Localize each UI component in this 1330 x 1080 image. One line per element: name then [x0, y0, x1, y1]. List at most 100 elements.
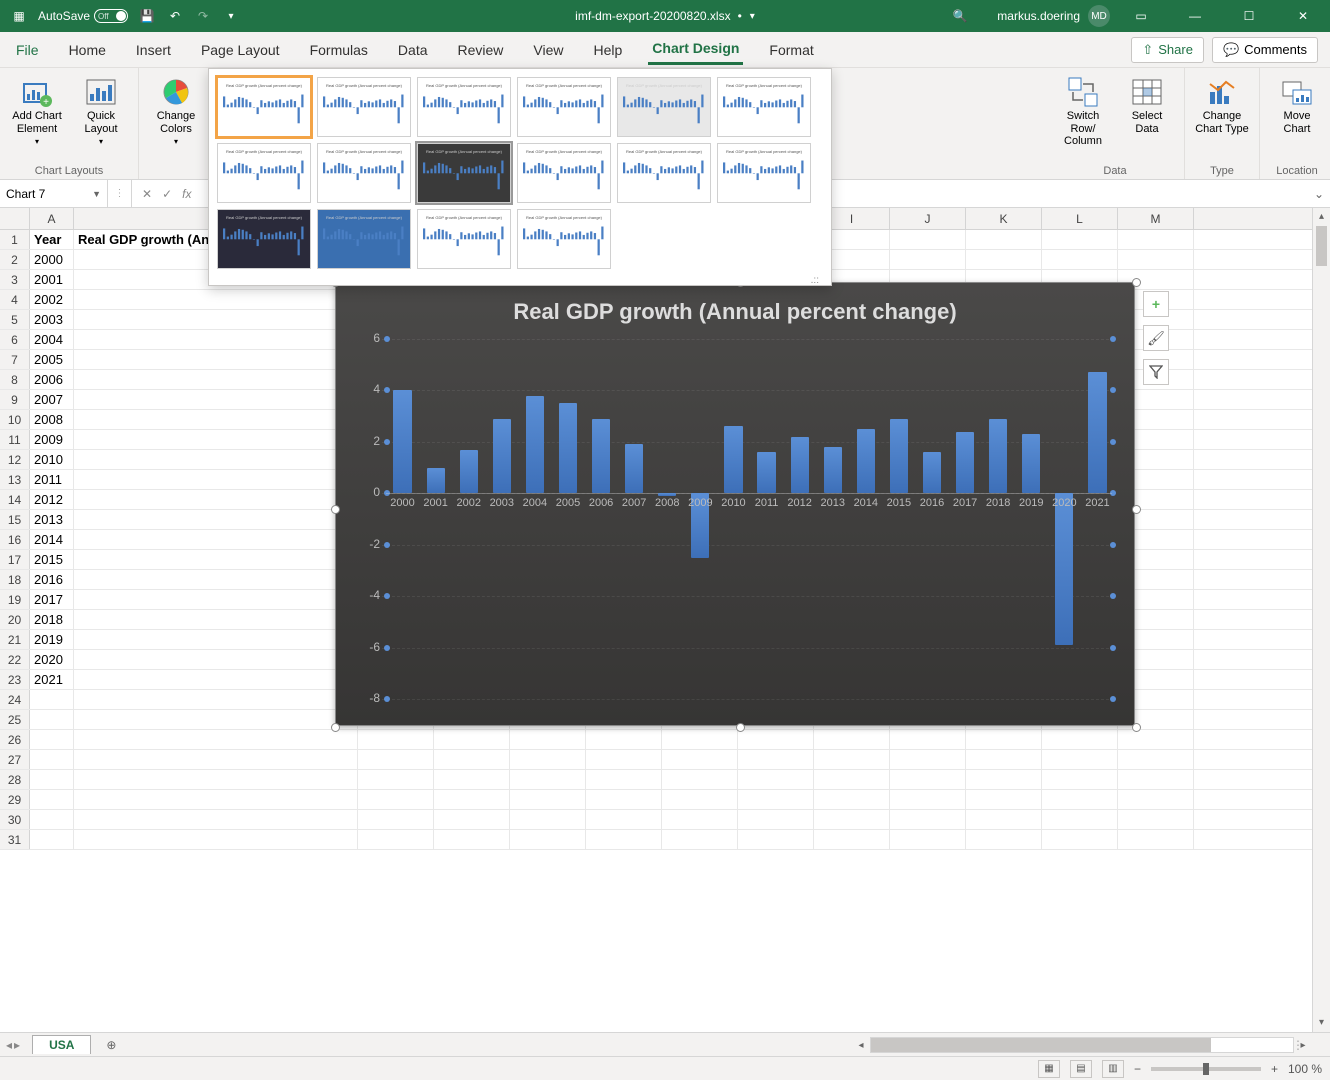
- cell[interactable]: [30, 790, 74, 809]
- row-header[interactable]: 12: [0, 450, 30, 469]
- cell[interactable]: [890, 250, 966, 269]
- cell[interactable]: [30, 690, 74, 709]
- row-header[interactable]: 17: [0, 550, 30, 569]
- row-header[interactable]: 3: [0, 270, 30, 289]
- column-header[interactable]: J: [890, 208, 966, 229]
- cell[interactable]: [738, 810, 814, 829]
- cell[interactable]: [890, 750, 966, 769]
- cell[interactable]: 2000: [30, 250, 74, 269]
- cell[interactable]: 2015: [30, 550, 74, 569]
- cell[interactable]: 2020: [30, 650, 74, 669]
- cell[interactable]: [74, 590, 358, 609]
- cell[interactable]: [890, 230, 966, 249]
- cell[interactable]: 2003: [30, 310, 74, 329]
- add-chart-element-button[interactable]: + Add Chart Element▾: [8, 72, 66, 150]
- cell[interactable]: [814, 730, 890, 749]
- cell[interactable]: [738, 770, 814, 789]
- row-header[interactable]: 11: [0, 430, 30, 449]
- cell[interactable]: [966, 770, 1042, 789]
- chart-style-option[interactable]: Real GDP growth (Annual percent change): [717, 143, 811, 203]
- row-header[interactable]: 31: [0, 830, 30, 849]
- chart-bar[interactable]: [658, 493, 676, 496]
- row-header[interactable]: 24: [0, 690, 30, 709]
- row-header[interactable]: 2: [0, 250, 30, 269]
- chart-style-option[interactable]: Real GDP growth (Annual percent change): [317, 209, 411, 269]
- cell[interactable]: 2005: [30, 350, 74, 369]
- cell[interactable]: [74, 710, 358, 729]
- cell[interactable]: [74, 490, 358, 509]
- cell[interactable]: 2011: [30, 470, 74, 489]
- chart-bar[interactable]: [393, 390, 411, 493]
- cell[interactable]: [662, 750, 738, 769]
- cell[interactable]: 2014: [30, 530, 74, 549]
- row-header[interactable]: 14: [0, 490, 30, 509]
- cell[interactable]: [434, 810, 510, 829]
- cell[interactable]: [966, 230, 1042, 249]
- zoom-in-button[interactable]: +: [1271, 1062, 1278, 1076]
- comments-button[interactable]: 💬Comments: [1212, 37, 1318, 63]
- selection-handle[interactable]: [1132, 723, 1141, 732]
- change-chart-type-button[interactable]: Change Chart Type: [1193, 72, 1251, 139]
- zoom-level[interactable]: 100 %: [1288, 1062, 1322, 1076]
- row-header[interactable]: 7: [0, 350, 30, 369]
- chart-style-option[interactable]: Real GDP growth (Annual percent change): [217, 77, 311, 137]
- fx-icon[interactable]: fx: [182, 187, 191, 201]
- tab-review[interactable]: Review: [454, 36, 508, 64]
- column-header[interactable]: K: [966, 208, 1042, 229]
- cell[interactable]: [74, 410, 358, 429]
- cell[interactable]: [966, 790, 1042, 809]
- cell[interactable]: [966, 730, 1042, 749]
- cell[interactable]: 2012: [30, 490, 74, 509]
- cell[interactable]: [966, 810, 1042, 829]
- row-header[interactable]: 18: [0, 570, 30, 589]
- cell[interactable]: [358, 750, 434, 769]
- chart-bar[interactable]: [592, 419, 610, 494]
- maximize-button[interactable]: ☐: [1226, 0, 1272, 32]
- cell[interactable]: [30, 750, 74, 769]
- chart-bar[interactable]: [493, 419, 511, 494]
- cell[interactable]: 2009: [30, 430, 74, 449]
- cell[interactable]: [662, 730, 738, 749]
- cell[interactable]: [74, 370, 358, 389]
- cell[interactable]: [510, 770, 586, 789]
- chart-style-option[interactable]: Real GDP growth (Annual percent change): [617, 77, 711, 137]
- sheet-nav-next-icon[interactable]: ▸: [14, 1038, 20, 1052]
- cell[interactable]: [738, 750, 814, 769]
- cell[interactable]: [890, 770, 966, 789]
- chart-style-option[interactable]: Real GDP growth (Annual percent change): [217, 209, 311, 269]
- cell[interactable]: [738, 730, 814, 749]
- cell[interactable]: 2007: [30, 390, 74, 409]
- minimize-button[interactable]: —: [1172, 0, 1218, 32]
- column-header[interactable]: A: [30, 208, 74, 229]
- cancel-formula-icon[interactable]: ✕: [142, 187, 152, 201]
- cell[interactable]: 2004: [30, 330, 74, 349]
- chart-filters-button[interactable]: [1143, 359, 1169, 385]
- horizontal-scrollbar[interactable]: ◂ ▸: [852, 1037, 1312, 1053]
- selection-handle[interactable]: [1132, 278, 1141, 287]
- cell[interactable]: [814, 750, 890, 769]
- chart-title[interactable]: Real GDP growth (Annual percent change): [336, 283, 1134, 329]
- move-chart-button[interactable]: Move Chart: [1268, 72, 1326, 139]
- undo-icon[interactable]: ↶: [166, 7, 184, 25]
- chart-bar[interactable]: [625, 444, 643, 493]
- cell[interactable]: [434, 770, 510, 789]
- cell[interactable]: [510, 750, 586, 769]
- share-button[interactable]: ⇧Share: [1131, 37, 1204, 63]
- cell[interactable]: [662, 810, 738, 829]
- cell[interactable]: [30, 770, 74, 789]
- selection-handle[interactable]: [1132, 505, 1141, 514]
- cell[interactable]: [1118, 230, 1194, 249]
- qat-customize-icon[interactable]: ▾: [222, 7, 240, 25]
- row-header[interactable]: 22: [0, 650, 30, 669]
- cell[interactable]: [814, 830, 890, 849]
- chart-style-option[interactable]: Real GDP growth (Annual percent change): [617, 143, 711, 203]
- page-layout-view-button[interactable]: ▤: [1070, 1060, 1092, 1078]
- cell[interactable]: [738, 790, 814, 809]
- chart-elements-button[interactable]: +: [1143, 291, 1169, 317]
- switch-row-column-button[interactable]: Switch Row/ Column: [1054, 72, 1112, 152]
- cell[interactable]: [74, 790, 358, 809]
- expand-formula-bar-icon[interactable]: ⌄: [1308, 187, 1330, 201]
- chart-bar[interactable]: [1088, 372, 1106, 493]
- cell[interactable]: [74, 470, 358, 489]
- chart-bar[interactable]: [1022, 434, 1040, 493]
